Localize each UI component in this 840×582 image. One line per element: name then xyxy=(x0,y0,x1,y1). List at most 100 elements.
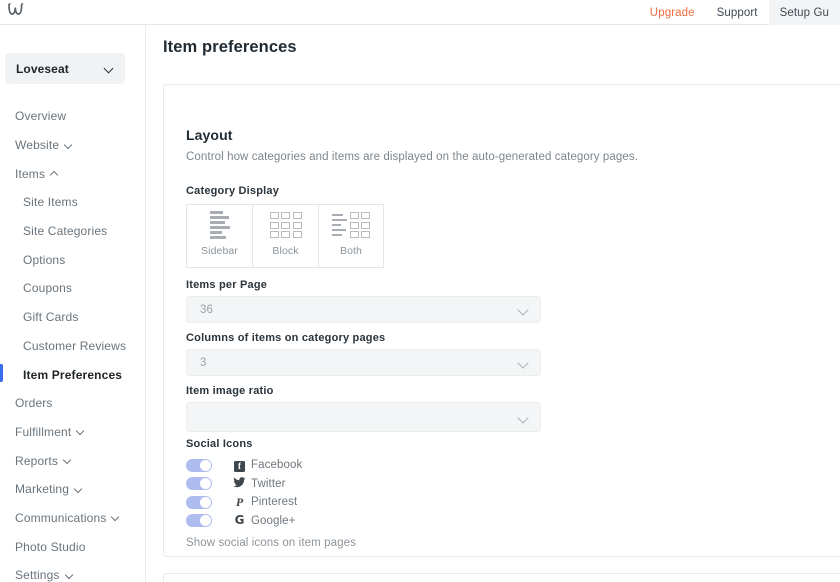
toggle-knob xyxy=(200,459,211,471)
sidebar-item-reports[interactable]: Reports xyxy=(0,446,146,475)
category-display-option-both[interactable]: Both xyxy=(318,204,384,268)
sidebar-layout-icon xyxy=(209,205,230,245)
layout-settings-card: Layout Control how categories and items … xyxy=(163,84,840,557)
category-display-option-sidebar[interactable]: Sidebar xyxy=(186,204,252,268)
columns-label: Columns of items on category pages xyxy=(186,332,386,344)
chevron-down-icon xyxy=(64,456,73,465)
social-row-pinterest: P Pinterest xyxy=(186,493,297,511)
social-icon-label: Facebook xyxy=(251,459,303,471)
sidebar-item-item-preferences[interactable]: Item Preferences xyxy=(0,360,146,389)
weebly-w-glyph xyxy=(8,3,24,15)
sidebar-item-label: Site Categories xyxy=(23,224,108,239)
sidebar-item-orders[interactable]: Orders xyxy=(0,389,146,418)
sidebar-item-label: Settings xyxy=(15,568,60,582)
top-nav: Upgrade Support Setup Gu xyxy=(639,0,840,25)
show-social-icons-note[interactable]: Show social icons on item pages xyxy=(186,537,356,549)
chevron-down-icon xyxy=(75,485,84,494)
chevron-down-icon xyxy=(518,412,529,423)
chevron-down-icon xyxy=(77,427,86,436)
sidebar-item-label: Item Preferences xyxy=(23,367,123,382)
toggle-facebook[interactable] xyxy=(186,458,212,472)
sidebar-item-photo-studio[interactable]: Photo Studio xyxy=(0,532,146,561)
sidebar-item-label: Overview xyxy=(15,109,67,124)
section-title-layout: Layout xyxy=(186,127,233,143)
sidebar-item-label: Reports xyxy=(15,453,59,468)
facebook-icon: f xyxy=(233,459,246,472)
toggle-knob xyxy=(200,478,211,489)
chevron-down-icon xyxy=(518,357,529,368)
sidebar-item-customer-reviews[interactable]: Customer Reviews xyxy=(0,332,146,361)
social-row-twitter: Twitter xyxy=(186,475,286,493)
secondary-card xyxy=(163,573,840,582)
site-selector[interactable]: Loveseat xyxy=(5,53,125,84)
item-image-ratio-select[interactable] xyxy=(186,402,541,432)
social-icon-label: Pinterest xyxy=(251,496,298,508)
sidebar-item-label: Communications xyxy=(15,510,107,525)
chevron-down-icon xyxy=(66,571,75,580)
columns-select[interactable]: 3 xyxy=(186,349,541,376)
site-selector-label: Loveseat xyxy=(16,61,69,76)
sidebar-item-options[interactable]: Options xyxy=(0,245,146,274)
toggle-google-[interactable] xyxy=(186,514,212,527)
sidebar-item-overview[interactable]: Overview xyxy=(0,102,146,131)
chevron-down-icon xyxy=(518,304,529,315)
social-icon-label: Twitter xyxy=(251,477,286,490)
weebly-logo-icon[interactable] xyxy=(6,3,28,21)
chevron-down-icon xyxy=(105,64,114,73)
category-display-option-block[interactable]: Block xyxy=(252,204,318,268)
chevron-down-icon xyxy=(65,141,74,150)
sidebar-item-settings[interactable]: Settings xyxy=(0,561,146,582)
main-content: Item preferences Layout Control how cate… xyxy=(146,25,840,582)
category-display-options: Sidebar Block Both xyxy=(186,204,384,268)
chevron-up-icon xyxy=(51,169,60,178)
category-display-option-label: Both xyxy=(340,245,362,257)
sidebar-item-site-categories[interactable]: Site Categories xyxy=(0,217,146,246)
toggle-pinterest[interactable] xyxy=(186,495,212,509)
social-icon-label: Google+ xyxy=(251,514,296,527)
upgrade-link[interactable]: Upgrade xyxy=(639,0,706,25)
sidebar-item-gift-cards[interactable]: Gift Cards xyxy=(0,303,146,332)
sidebar-item-coupons[interactable]: Coupons xyxy=(0,274,146,303)
sidebar-item-fulfillment[interactable]: Fulfillment xyxy=(0,418,146,447)
social-row-facebook: f Facebook xyxy=(186,456,302,474)
sidebar-item-label: Fulfillment xyxy=(15,424,72,439)
item-image-ratio-label: Item image ratio xyxy=(186,385,274,397)
category-display-label: Category Display xyxy=(186,185,280,197)
setup-guide-tab[interactable]: Setup Gu xyxy=(768,0,840,25)
sidebar-item-label: Website xyxy=(15,138,60,153)
block-grid-layout-icon xyxy=(269,205,302,245)
twitter-icon xyxy=(233,476,246,491)
items-per-page-label: Items per Page xyxy=(186,279,268,291)
app-root: Upgrade Support Setup Gu Loveseat Overvi… xyxy=(0,0,840,582)
sidebar-item-items[interactable]: Items xyxy=(0,159,146,188)
top-bar: Upgrade Support Setup Gu xyxy=(0,0,840,25)
sidebar-item-label: Gift Cards xyxy=(23,310,79,325)
sidebar-item-label: Marketing xyxy=(15,482,70,497)
sidebar-item-site-items[interactable]: Site Items xyxy=(0,188,146,217)
toggle-knob xyxy=(200,515,211,526)
items-per-page-select[interactable]: 36 xyxy=(186,296,541,323)
items-per-page-value: 36 xyxy=(200,303,213,316)
both-layout-icon xyxy=(331,205,371,245)
sidebar-item-label: Coupons xyxy=(23,281,73,296)
sidebar-item-label: Photo Studio xyxy=(15,539,86,554)
page-title: Item preferences xyxy=(163,38,297,56)
category-display-option-label: Sidebar xyxy=(201,245,238,257)
sidebar-item-marketing[interactable]: Marketing xyxy=(0,475,146,504)
sidebar-item-communications[interactable]: Communications xyxy=(0,504,146,533)
sidebar-item-label: Items xyxy=(15,166,46,181)
toggle-knob xyxy=(200,496,211,508)
sidebar-item-website[interactable]: Website xyxy=(0,131,146,160)
sidebar-item-label: Site Items xyxy=(23,195,78,210)
social-icons-label: Social Icons xyxy=(186,438,253,450)
sidebar-item-label: Options xyxy=(23,252,66,267)
toggle-twitter[interactable] xyxy=(186,477,212,490)
sidebar-item-label: Customer Reviews xyxy=(23,338,127,353)
pinterest-icon: P xyxy=(235,494,244,509)
support-link[interactable]: Support xyxy=(706,0,769,25)
google-plus-icon: G xyxy=(234,513,245,527)
columns-value: 3 xyxy=(200,356,207,369)
sidebar-item-label: Orders xyxy=(15,396,53,411)
section-description: Control how categories and items are dis… xyxy=(186,151,639,163)
sidebar: Loveseat Overview Website Items Site Items S… xyxy=(0,25,146,582)
